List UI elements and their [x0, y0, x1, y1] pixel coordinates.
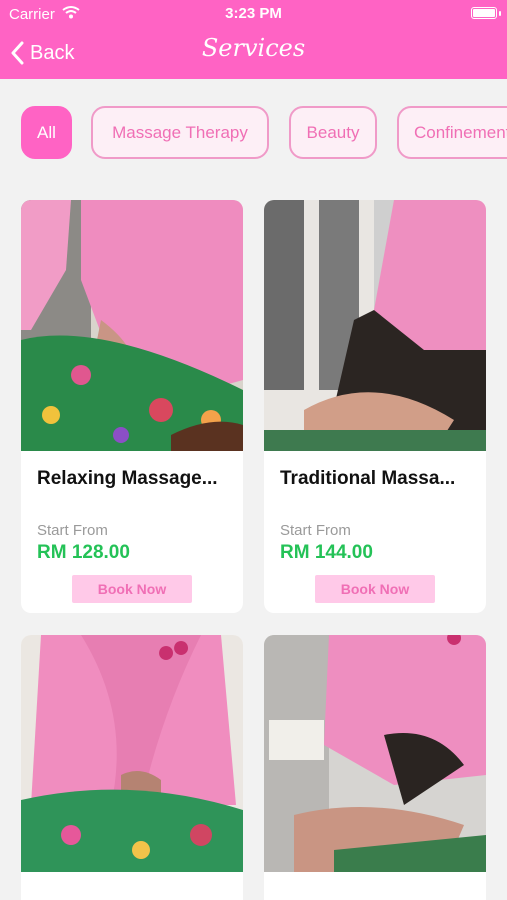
chip-all[interactable]: All: [21, 106, 72, 159]
service-photo: [264, 200, 486, 451]
status-bar: Carrier 3:23 PM: [0, 0, 507, 28]
service-photo: [264, 635, 486, 872]
battery-tip: [499, 11, 501, 16]
battery-icon: [471, 7, 497, 19]
service-card[interactable]: [21, 635, 243, 900]
book-now-button[interactable]: Book Now: [315, 575, 435, 603]
nav-header: Carrier 3:23 PM Back Services: [0, 0, 507, 79]
service-price: RM 128.00: [37, 542, 130, 563]
chip-confinement[interactable]: Confinement: [397, 106, 507, 159]
start-from-label: Start From: [37, 522, 108, 539]
chip-massage-therapy[interactable]: Massage Therapy: [91, 106, 269, 159]
book-now-button[interactable]: Book Now: [72, 575, 192, 603]
start-from-label: Start From: [280, 522, 351, 539]
service-price: RM 144.00: [280, 542, 373, 563]
service-card[interactable]: Traditional Massa... Start From RM 144.0…: [264, 200, 486, 613]
service-card[interactable]: Relaxing Massage... Start From RM 128.00…: [21, 200, 243, 613]
service-title: Traditional Massa...: [280, 468, 456, 489]
category-filter: All Massage Therapy Beauty Confinement: [0, 106, 507, 159]
service-card[interactable]: [264, 635, 486, 900]
page-title: Services: [201, 34, 306, 62]
chip-beauty[interactable]: Beauty: [289, 106, 377, 159]
service-photo: [21, 200, 243, 451]
service-title: Relaxing Massage...: [37, 468, 218, 489]
status-time: 3:23 PM: [225, 5, 282, 22]
service-photo: [21, 635, 243, 872]
